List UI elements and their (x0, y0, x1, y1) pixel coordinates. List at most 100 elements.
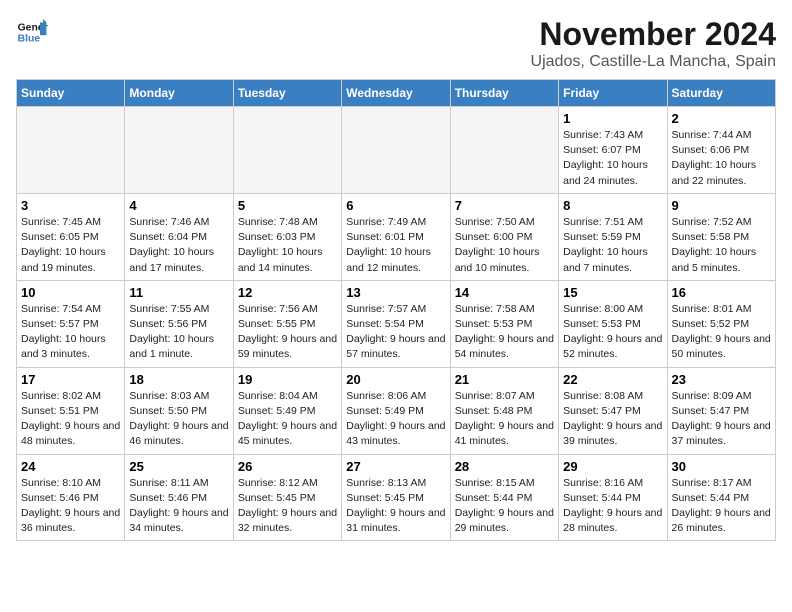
day-info: Sunrise: 7:52 AM Sunset: 5:58 PM Dayligh… (672, 215, 771, 276)
day-number: 12 (238, 285, 337, 300)
day-info: Sunrise: 7:57 AM Sunset: 5:54 PM Dayligh… (346, 302, 445, 363)
calendar-cell: 20Sunrise: 8:06 AM Sunset: 5:49 PM Dayli… (342, 367, 450, 454)
week-row-3: 10 Sunrise: 7:54 AM Sunset: 5:57 PM Dayli… (17, 280, 776, 367)
calendar-cell: 28 Sunrise: 8:15 AM Sunset: 5:44 PM Dayli… (450, 454, 558, 541)
day-number: 23 (672, 372, 771, 387)
day-number: 29 (563, 459, 662, 474)
calendar-cell: 5 Sunrise: 7:48 AM Sunset: 6:03 PM Daylig… (233, 193, 341, 280)
day-info: Sunrise: 8:15 AM Sunset: 5:44 PM Dayligh… (455, 476, 554, 537)
day-number: 4 (129, 198, 228, 213)
day-number: 9 (672, 198, 771, 213)
day-number: 25 (129, 459, 228, 474)
calendar-cell: 17Sunrise: 8:02 AM Sunset: 5:51 PM Dayli… (17, 367, 125, 454)
week-row-1: 1 Sunrise: 7:43 AM Sunset: 6:07 PM Daylig… (17, 107, 776, 194)
calendar-cell: 18 Sunrise: 8:03 AM Sunset: 5:50 PM Dayli… (125, 367, 233, 454)
day-number: 3 (21, 198, 120, 213)
day-number: 30 (672, 459, 771, 474)
weekday-header-friday: Friday (559, 80, 667, 107)
calendar-cell: 11 Sunrise: 7:55 AM Sunset: 5:56 PM Dayli… (125, 280, 233, 367)
day-info: Sunrise: 7:45 AM Sunset: 6:05 PM Dayligh… (21, 215, 120, 276)
day-number: 2 (672, 111, 771, 126)
day-number: 22 (563, 372, 662, 387)
calendar-cell: 12 Sunrise: 7:56 AM Sunset: 5:55 PM Dayli… (233, 280, 341, 367)
page-header: General Blue November 2024 Ujados, Casti… (16, 16, 776, 71)
calendar-cell: 21 Sunrise: 8:07 AM Sunset: 5:48 PM Dayli… (450, 367, 558, 454)
calendar-cell: 27Sunrise: 8:13 AM Sunset: 5:45 PM Dayli… (342, 454, 450, 541)
location-title: Ujados, Castille-La Mancha, Spain (531, 53, 776, 71)
day-number: 21 (455, 372, 554, 387)
calendar-cell: 2 Sunrise: 7:44 AM Sunset: 6:06 PM Daylig… (667, 107, 775, 194)
day-info: Sunrise: 8:12 AM Sunset: 5:45 PM Dayligh… (238, 476, 337, 537)
week-row-4: 17Sunrise: 8:02 AM Sunset: 5:51 PM Dayli… (17, 367, 776, 454)
calendar-cell: 26Sunrise: 8:12 AM Sunset: 5:45 PM Dayli… (233, 454, 341, 541)
calendar-cell (450, 107, 558, 194)
calendar-cell: 25 Sunrise: 8:11 AM Sunset: 5:46 PM Dayli… (125, 454, 233, 541)
day-number: 16 (672, 285, 771, 300)
calendar-cell (342, 107, 450, 194)
calendar-cell (125, 107, 233, 194)
day-number: 28 (455, 459, 554, 474)
calendar-cell: 6 Sunrise: 7:49 AM Sunset: 6:01 PM Daylig… (342, 193, 450, 280)
month-title: November 2024 (531, 16, 776, 53)
day-info: Sunrise: 8:16 AM Sunset: 5:44 PM Dayligh… (563, 476, 662, 537)
weekday-header-monday: Monday (125, 80, 233, 107)
day-info: Sunrise: 7:44 AM Sunset: 6:06 PM Dayligh… (672, 128, 771, 189)
day-number: 14 (455, 285, 554, 300)
day-number: 5 (238, 198, 337, 213)
day-info: Sunrise: 8:11 AM Sunset: 5:46 PM Dayligh… (129, 476, 228, 537)
calendar-cell: 10 Sunrise: 7:54 AM Sunset: 5:57 PM Dayli… (17, 280, 125, 367)
day-info: Sunrise: 8:02 AM Sunset: 5:51 PM Dayligh… (21, 389, 120, 450)
day-info: Sunrise: 7:49 AM Sunset: 6:01 PM Dayligh… (346, 215, 445, 276)
day-info: Sunrise: 7:56 AM Sunset: 5:55 PM Dayligh… (238, 302, 337, 363)
day-info: Sunrise: 8:17 AM Sunset: 5:44 PM Dayligh… (672, 476, 771, 537)
day-info: Sunrise: 8:08 AM Sunset: 5:47 PM Dayligh… (563, 389, 662, 450)
day-number: 1 (563, 111, 662, 126)
day-info: Sunrise: 7:48 AM Sunset: 6:03 PM Dayligh… (238, 215, 337, 276)
day-number: 18 (129, 372, 228, 387)
day-info: Sunrise: 8:03 AM Sunset: 5:50 PM Dayligh… (129, 389, 228, 450)
calendar-cell: 13 Sunrise: 7:57 AM Sunset: 5:54 PM Dayli… (342, 280, 450, 367)
day-number: 20 (346, 372, 445, 387)
day-number: 6 (346, 198, 445, 213)
calendar-cell: 1 Sunrise: 7:43 AM Sunset: 6:07 PM Daylig… (559, 107, 667, 194)
day-number: 27 (346, 459, 445, 474)
calendar-cell: 24 Sunrise: 8:10 AM Sunset: 5:46 PM Dayli… (17, 454, 125, 541)
logo-icon: General Blue (16, 16, 48, 48)
week-row-5: 24 Sunrise: 8:10 AM Sunset: 5:46 PM Dayli… (17, 454, 776, 541)
calendar-cell: 29 Sunrise: 8:16 AM Sunset: 5:44 PM Dayli… (559, 454, 667, 541)
calendar-cell: 3 Sunrise: 7:45 AM Sunset: 6:05 PM Daylig… (17, 193, 125, 280)
calendar-cell: 8Sunrise: 7:51 AM Sunset: 5:59 PM Daylig… (559, 193, 667, 280)
weekday-header-saturday: Saturday (667, 80, 775, 107)
logo: General Blue (16, 16, 48, 48)
day-info: Sunrise: 7:46 AM Sunset: 6:04 PM Dayligh… (129, 215, 228, 276)
day-info: Sunrise: 7:54 AM Sunset: 5:57 PM Dayligh… (21, 302, 120, 363)
day-info: Sunrise: 8:04 AM Sunset: 5:49 PM Dayligh… (238, 389, 337, 450)
weekday-header-wednesday: Wednesday (342, 80, 450, 107)
calendar-cell (17, 107, 125, 194)
day-number: 10 (21, 285, 120, 300)
calendar-cell: 14 Sunrise: 7:58 AM Sunset: 5:53 PM Dayli… (450, 280, 558, 367)
day-info: Sunrise: 7:55 AM Sunset: 5:56 PM Dayligh… (129, 302, 228, 363)
weekday-header-sunday: Sunday (17, 80, 125, 107)
title-area: November 2024 Ujados, Castille-La Mancha… (531, 16, 776, 71)
calendar-table: SundayMondayTuesdayWednesdayThursdayFrid… (16, 79, 776, 541)
day-info: Sunrise: 8:10 AM Sunset: 5:46 PM Dayligh… (21, 476, 120, 537)
weekday-header-row: SundayMondayTuesdayWednesdayThursdayFrid… (17, 80, 776, 107)
day-number: 7 (455, 198, 554, 213)
day-info: Sunrise: 7:58 AM Sunset: 5:53 PM Dayligh… (455, 302, 554, 363)
day-number: 8 (563, 198, 662, 213)
calendar-cell: 30 Sunrise: 8:17 AM Sunset: 5:44 PM Dayli… (667, 454, 775, 541)
weekday-header-tuesday: Tuesday (233, 80, 341, 107)
calendar-cell: 4 Sunrise: 7:46 AM Sunset: 6:04 PM Daylig… (125, 193, 233, 280)
day-number: 13 (346, 285, 445, 300)
calendar-cell (233, 107, 341, 194)
calendar-cell: 22 Sunrise: 8:08 AM Sunset: 5:47 PM Dayli… (559, 367, 667, 454)
day-number: 11 (129, 285, 228, 300)
calendar-cell: 19Sunrise: 8:04 AM Sunset: 5:49 PM Dayli… (233, 367, 341, 454)
calendar-cell: 16Sunrise: 8:01 AM Sunset: 5:52 PM Dayli… (667, 280, 775, 367)
day-info: Sunrise: 8:00 AM Sunset: 5:53 PM Dayligh… (563, 302, 662, 363)
day-info: Sunrise: 7:43 AM Sunset: 6:07 PM Dayligh… (563, 128, 662, 189)
week-row-2: 3 Sunrise: 7:45 AM Sunset: 6:05 PM Daylig… (17, 193, 776, 280)
day-info: Sunrise: 8:07 AM Sunset: 5:48 PM Dayligh… (455, 389, 554, 450)
day-number: 24 (21, 459, 120, 474)
